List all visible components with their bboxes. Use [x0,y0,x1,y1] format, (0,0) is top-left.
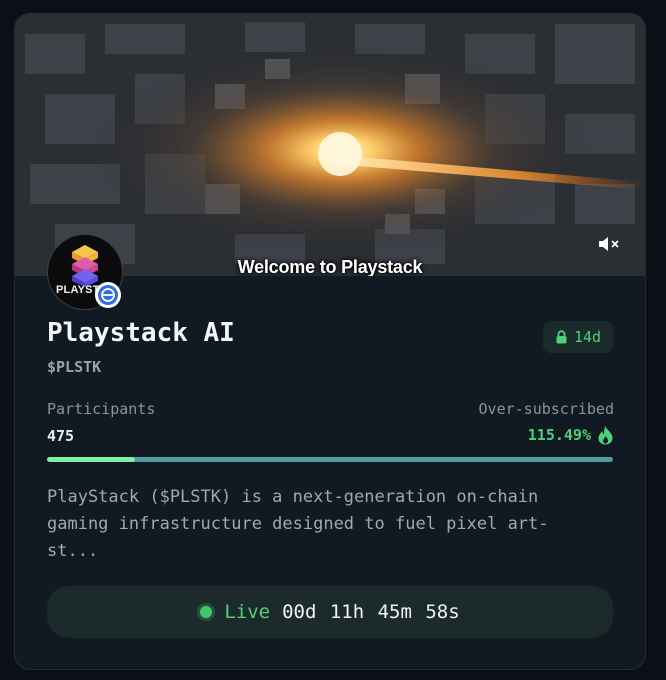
lock-period-label: 14d [573,328,602,346]
progress-fill [47,457,135,462]
project-title: Playstack AI [47,318,235,348]
fire-icon [598,426,613,445]
participants-value: 475 [47,427,75,445]
project-card[interactable]: Welcome to Playstack PLAYSTA Playstack A… [14,13,646,670]
oversubscribed-value-group: 115.49% [528,425,614,445]
subscription-progress-bar [47,457,613,462]
project-ticker: $PLSTK [47,358,102,376]
video-frame [15,14,645,276]
countdown-timer: 00d 11h 45m 58s [282,601,460,623]
project-description: PlayStack ($PLSTK) is a next-generation … [47,487,549,561]
promo-video[interactable]: Welcome to Playstack [15,14,645,276]
live-indicator-icon [200,606,213,618]
base-chain-icon [101,288,115,302]
participants-label: Participants [47,400,156,418]
chain-badge [95,282,121,308]
lock-icon [556,330,567,344]
lock-period-badge: 14d [543,321,613,353]
live-status-button[interactable]: Live 00d 11h 45m 58s [47,586,613,638]
oversubscribed-label: Over-subscribed [478,400,614,418]
live-label: Live [224,601,271,623]
oversubscribed-value: 115.49% [527,426,591,444]
speaker-muted-icon[interactable] [597,234,621,254]
